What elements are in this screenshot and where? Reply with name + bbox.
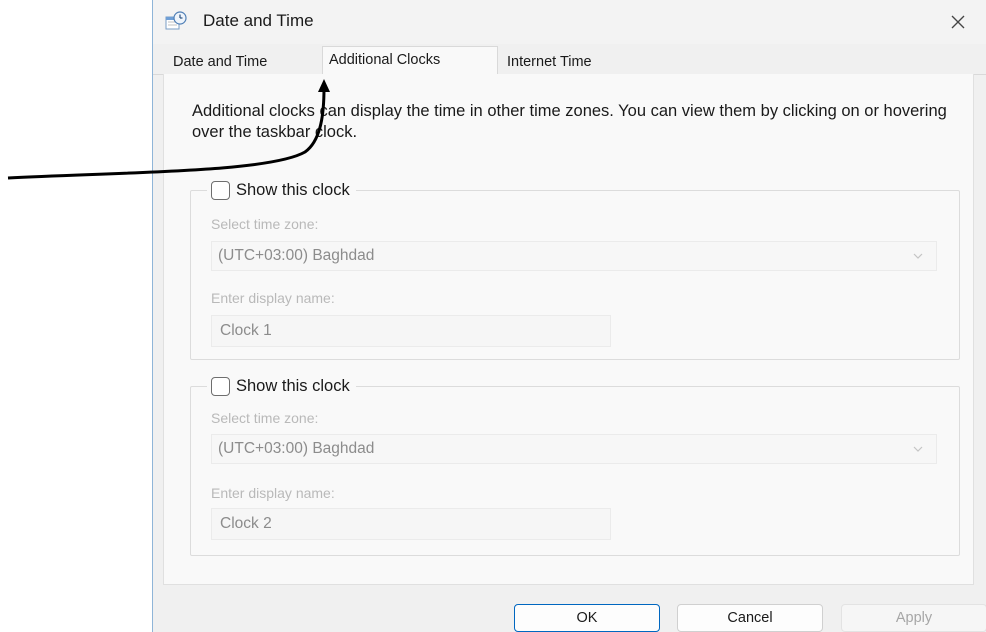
- show-clock-1-checkbox[interactable]: [211, 180, 230, 200]
- tab-strip: Date and Time Additional Clocks Internet…: [153, 44, 986, 75]
- description-text: Additional clocks can display the time i…: [192, 102, 947, 141]
- show-clock-2-checkbox[interactable]: [211, 376, 230, 396]
- clock-2-display-name-value: Clock 2: [220, 515, 272, 532]
- clock-1-display-name-value: Clock 1: [220, 322, 272, 339]
- clock-2-header: Show this clock: [207, 375, 356, 397]
- tab-additional-clocks[interactable]: Additional Clocks: [322, 46, 498, 75]
- clock-2-timezone-label: Select time zone:: [211, 410, 319, 426]
- apply-button[interactable]: Apply: [841, 604, 986, 632]
- clock-1-timezone-label: Select time zone:: [211, 216, 319, 232]
- clock-1-display-name-label: Enter display name:: [211, 290, 335, 306]
- show-clock-1-label[interactable]: Show this clock: [236, 181, 350, 200]
- chevron-down-icon: [913, 446, 923, 452]
- tab-date-and-time[interactable]: Date and Time: [167, 50, 273, 74]
- close-button[interactable]: [944, 8, 972, 36]
- clock-1-timezone-select[interactable]: (UTC+03:00) Baghdad: [211, 241, 937, 271]
- chevron-down-icon: [913, 253, 923, 259]
- screenshot-stage: Date and Time Date and Time Additional C…: [0, 0, 986, 632]
- clock-2-timezone-select[interactable]: (UTC+03:00) Baghdad: [211, 434, 937, 464]
- date-time-control-panel-icon: [165, 10, 187, 32]
- additional-clocks-panel: Additional clocks can display the time i…: [163, 74, 974, 585]
- show-clock-2-label[interactable]: Show this clock: [236, 377, 350, 396]
- ok-button[interactable]: OK: [514, 604, 660, 632]
- cancel-button[interactable]: Cancel: [677, 604, 823, 632]
- clock-2-display-name-input[interactable]: Clock 2: [211, 508, 611, 540]
- close-icon: [951, 15, 965, 29]
- clock-group-1: Show this clock Select time zone: (UTC+0…: [190, 179, 960, 360]
- clock-1-header: Show this clock: [207, 179, 356, 201]
- date-time-dialog: Date and Time Date and Time Additional C…: [152, 0, 986, 632]
- clock-1-timezone-value: (UTC+03:00) Baghdad: [218, 247, 375, 264]
- clock-group-2: Show this clock Select time zone: (UTC+0…: [190, 375, 960, 556]
- tab-internet-time[interactable]: Internet Time: [501, 50, 598, 74]
- window-title: Date and Time: [203, 11, 314, 30]
- title-bar[interactable]: Date and Time: [153, 0, 986, 44]
- clock-2-timezone-value: (UTC+03:00) Baghdad: [218, 440, 375, 457]
- clock-2-display-name-label: Enter display name:: [211, 485, 335, 501]
- clock-1-display-name-input[interactable]: Clock 1: [211, 315, 611, 347]
